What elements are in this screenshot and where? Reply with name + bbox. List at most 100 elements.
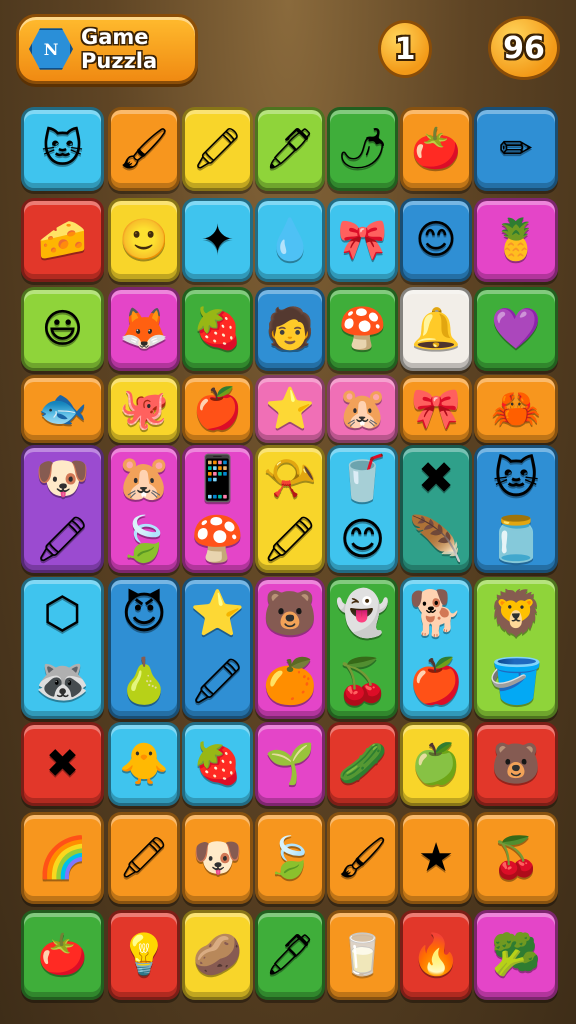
water-drop-tile[interactable]: 💧 xyxy=(255,198,325,282)
bear-orange-tile[interactable]: 🐻 🍊 xyxy=(255,577,325,719)
tile-board: 🐱 🖌 🖍 🖊 🌶 🍅 ✏ 🧀 🙂 ✦ 💧 🎀 😊 🍍 😃 🦊 🍓 🧑 🍄 🔔 💜 🐟 🐙 🍎 ⭐ 🐹 🎀 🦀 🐶 🖍 🐹 🍃 📱 🍄 📯 🖍 🥤 😊 ✖ 🪶… xyxy=(0,0,576,1024)
berry-face-tile[interactable]: 🍒 xyxy=(474,812,558,904)
bow-icon: 🎀 xyxy=(411,386,461,432)
potato-face-tile[interactable]: 🥔 xyxy=(182,910,253,1000)
berry-icon: 🍒 xyxy=(491,835,541,881)
cat-face-icon: 🐱 xyxy=(41,126,84,172)
blob-icon: 🦀 xyxy=(491,386,541,432)
leaf-pen-tile[interactable]: 🍃 xyxy=(255,812,325,904)
face-icon: 🙂 xyxy=(119,217,169,263)
pink-bear-tile[interactable]: 🐻 xyxy=(474,722,558,806)
heart-icon: 💜 xyxy=(491,306,541,352)
lightbulb-tile[interactable]: 💡 xyxy=(108,910,180,1000)
hex-raccoon-tile[interactable]: ⬡ 🦝 xyxy=(21,577,104,719)
fish-icon: 🐟 xyxy=(37,386,88,432)
purple-bow-tile[interactable]: 🎀 xyxy=(400,375,472,443)
blue-marker-tile[interactable]: 🖊 xyxy=(255,107,325,191)
bulb-icon: 💡 xyxy=(119,932,169,978)
bell-icon: 🔔 xyxy=(411,306,461,352)
pencil-icon: ✏ xyxy=(499,126,533,172)
radish-tile[interactable]: 🍓 xyxy=(182,287,253,371)
smiley-icon: 😃 xyxy=(41,306,84,352)
lion-bucket-tile[interactable]: 🦁 🪣 xyxy=(474,577,558,719)
heart-leaf-tile[interactable]: 💜 xyxy=(474,287,558,371)
crayon-icon: 🖍 xyxy=(118,835,170,881)
octopus-tile[interactable]: 🐙 xyxy=(108,375,180,443)
crayon-icon: 🖍 xyxy=(192,126,243,172)
cheese-icon: 🧀 xyxy=(37,217,88,263)
cat-jar-tile[interactable]: 🐱 🫙 xyxy=(474,445,558,573)
purple-star-tile[interactable]: ★ xyxy=(400,812,472,904)
dog-icon: 🐕 xyxy=(408,588,464,639)
puppy-crayon-tile[interactable]: 🐶 🖍 xyxy=(21,445,104,573)
cup-blob-tile[interactable]: 🥤 😊 xyxy=(327,445,398,573)
fox-face-tile[interactable]: 🦊 xyxy=(108,287,180,371)
octopus-icon: 🐙 xyxy=(119,386,169,432)
tablet-mushroom-tile[interactable]: 📱 🍄 xyxy=(182,445,253,573)
hamster-icon: 🐹 xyxy=(337,386,388,432)
cup-icon: 🥤 xyxy=(335,452,390,504)
cross-tile[interactable]: ✖ xyxy=(21,722,104,806)
pink-star-tile[interactable]: ✦ xyxy=(182,198,253,282)
apple-icon: 🍎 xyxy=(408,656,464,707)
hamster-leaf-tile[interactable]: 🐹 🍃 xyxy=(108,445,180,573)
mushroom-icon: 🍄 xyxy=(337,306,388,352)
tomato-face-tile[interactable]: 🍅 xyxy=(400,107,472,191)
hat-face-tile[interactable]: 😊 xyxy=(400,198,472,282)
sprout-tile[interactable]: 🌱 xyxy=(255,722,325,806)
blue-brush-tile[interactable]: 🖌 xyxy=(327,812,398,904)
cucumber-tile[interactable]: 🥒 xyxy=(327,722,398,806)
leafy-fruit-tile[interactable]: 🍍 xyxy=(474,198,558,282)
hexagon-icon: ⬡ xyxy=(43,588,82,639)
flame-icon: 🔥 xyxy=(411,932,461,978)
tomato-tile[interactable]: 🍅 xyxy=(21,910,104,1000)
cheese-face-tile[interactable]: 🧀 xyxy=(21,198,104,282)
crayon-icon: 🖍 xyxy=(262,513,318,565)
brush-tile[interactable]: 🖌 xyxy=(108,107,180,191)
horn-crayon-tile[interactable]: 📯 🖍 xyxy=(255,445,325,573)
smiley-tile[interactable]: 😃 xyxy=(21,287,104,371)
radish-icon: 🍓 xyxy=(192,306,243,352)
bell-tile[interactable]: 🔔 xyxy=(400,287,472,371)
broccoli-icon: 🥦 xyxy=(491,932,541,978)
cookie-star-tile[interactable]: ⭐ xyxy=(255,375,325,443)
mushroom-tile[interactable]: 🍄 xyxy=(327,287,398,371)
dog-apple-tile[interactable]: 🐕 🍎 xyxy=(400,577,472,719)
hamster-tile[interactable]: 🐹 xyxy=(327,375,398,443)
potato-icon: 🥔 xyxy=(192,932,243,978)
crossed-pencil-tile[interactable]: ✏ xyxy=(474,107,558,191)
green-pen-tile[interactable]: 🖊 xyxy=(255,910,325,1000)
hamster-icon: 🐹 xyxy=(116,452,172,504)
green-crayon-tile[interactable]: 🖍 xyxy=(108,812,180,904)
star-icon: ✦ xyxy=(200,217,235,263)
star-crayon-tile[interactable]: ⭐ 🖍 xyxy=(182,577,253,719)
chili-pepper-tile[interactable]: 🌶 xyxy=(327,107,398,191)
cat-face-tile[interactable]: 🐱 xyxy=(21,107,104,191)
blob-icon: 😊 xyxy=(339,513,386,565)
horn-icon: 📯 xyxy=(262,452,318,504)
cross-feather-tile[interactable]: ✖ 🪶 xyxy=(400,445,472,573)
fish-tile[interactable]: 🐟 xyxy=(21,375,104,443)
apple-face-tile[interactable]: 🍎 xyxy=(182,375,253,443)
ghost-cherry-tile[interactable]: 👻 🍒 xyxy=(327,577,398,719)
strawberry-icon: 🍓 xyxy=(192,741,243,787)
star-icon: ★ xyxy=(418,835,454,881)
puppy-face-tile[interactable]: 🐶 xyxy=(182,812,253,904)
star-icon: ⭐ xyxy=(265,386,315,432)
chick-face-tile[interactable]: 🐥 xyxy=(108,722,180,806)
strawberry-face-tile[interactable]: 🍓 xyxy=(182,722,253,806)
green-face-tile[interactable]: 🍏 xyxy=(400,722,472,806)
bow-tile[interactable]: 🎀 xyxy=(327,198,398,282)
devil-pear-tile[interactable]: 😈 🍐 xyxy=(108,577,180,719)
boy-face-tile[interactable]: 🧑 xyxy=(255,287,325,371)
broccoli-tile[interactable]: 🥦 xyxy=(474,910,558,1000)
paint-cup-tile[interactable]: 🥛 xyxy=(327,910,398,1000)
green-hair-face-tile[interactable]: 🙂 xyxy=(108,198,180,282)
crayon-icon: 🖍 xyxy=(34,513,91,565)
flame-face-tile[interactable]: 🔥 xyxy=(400,910,472,1000)
red-crayon-tile[interactable]: 🖍 xyxy=(182,107,253,191)
red-blob-tile[interactable]: 🦀 xyxy=(474,375,558,443)
tablet-icon: 🌈 xyxy=(37,835,88,881)
rainbow-tablet-tile[interactable]: 🌈 xyxy=(21,812,104,904)
devil-icon: 😈 xyxy=(121,588,167,639)
